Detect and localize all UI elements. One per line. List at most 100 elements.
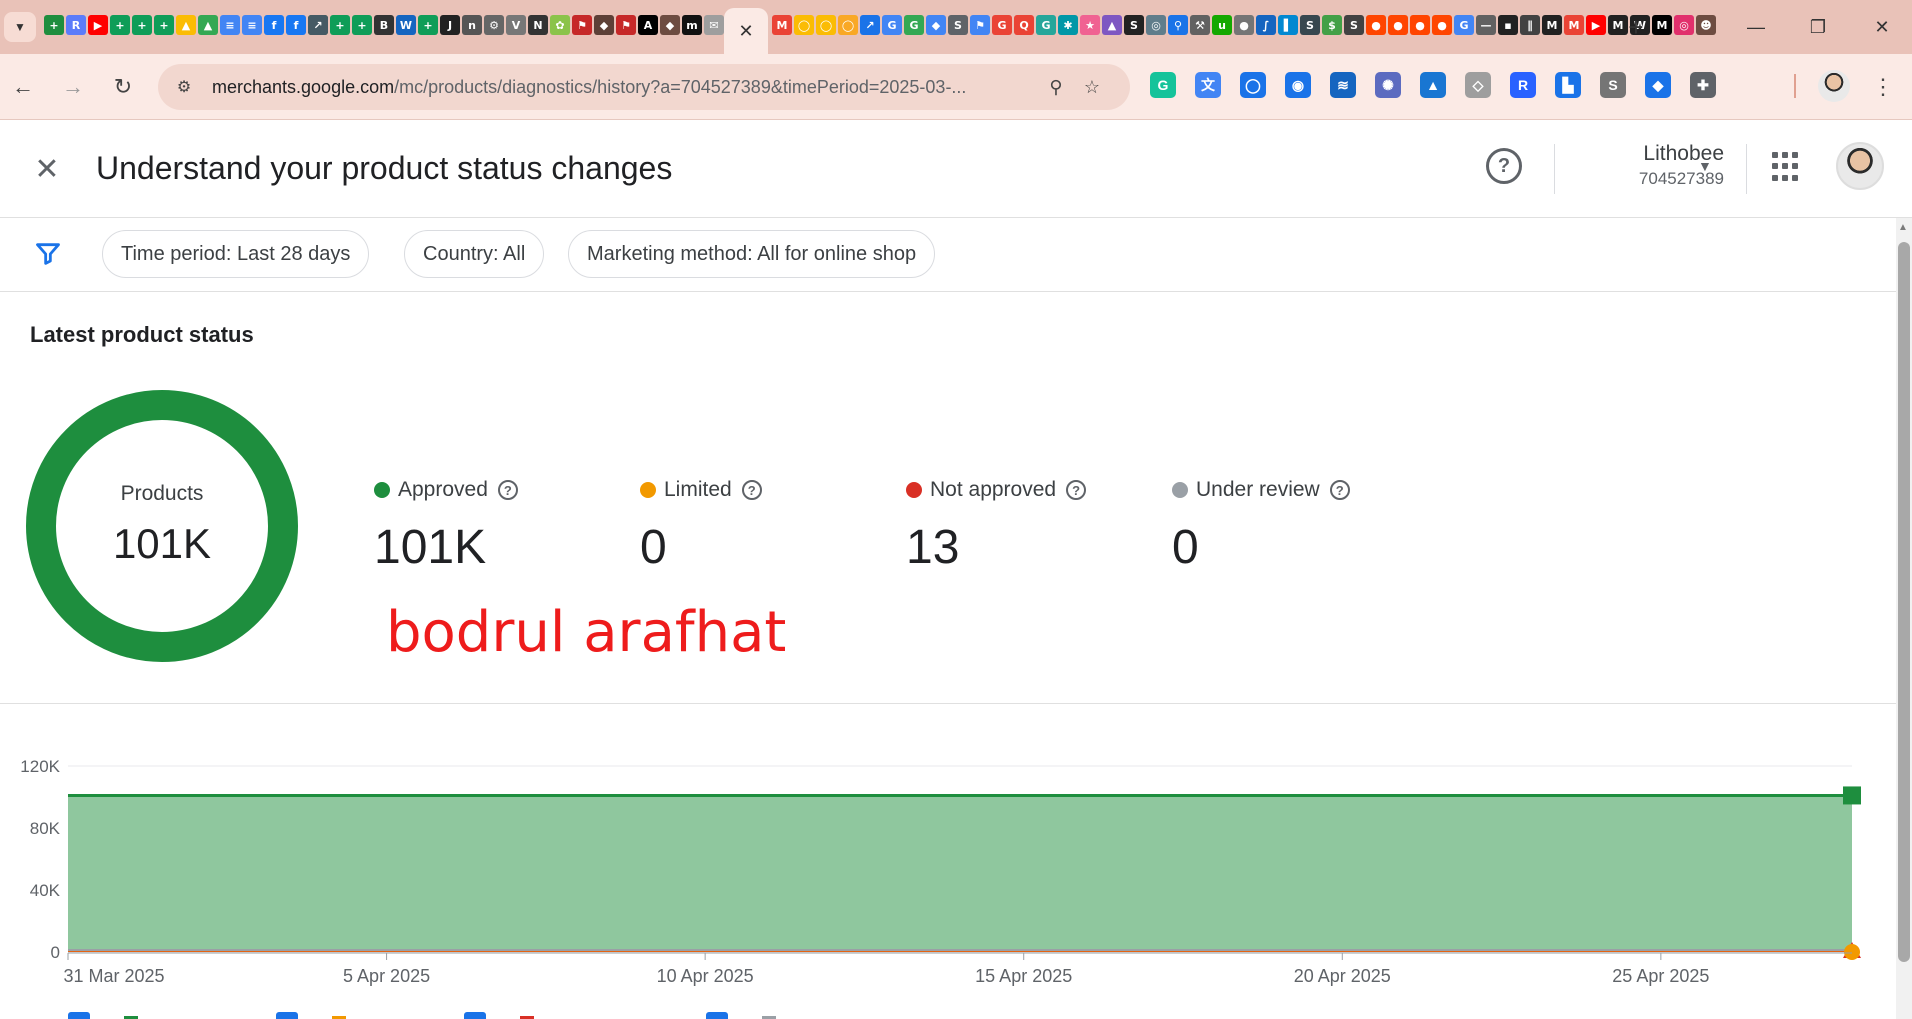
bar-icon[interactable]: ▌	[1278, 15, 1298, 35]
puzzle-icon[interactable]: ✚	[1690, 72, 1716, 98]
na-icon[interactable]: N	[528, 15, 548, 35]
people-icon[interactable]: ☻	[1696, 15, 1716, 35]
drive-icon[interactable]: ▲	[176, 15, 196, 35]
sg-icon[interactable]: S	[1300, 15, 1320, 35]
avatar[interactable]	[1836, 142, 1884, 190]
upwork-icon[interactable]: u	[1212, 15, 1232, 35]
scrollbar-thumb[interactable]	[1898, 242, 1910, 962]
gmail-icon[interactable]: M	[772, 15, 792, 35]
plus-app-icon[interactable]: +	[330, 15, 350, 35]
reload-icon[interactable]: ↻	[106, 70, 140, 104]
gmail-icon[interactable]: M	[1564, 15, 1584, 35]
filter-chip-time-period[interactable]: Time period: Last 28 days	[102, 230, 370, 278]
flag-icon[interactable]: ⚑	[616, 15, 636, 35]
google-icon[interactable]: G	[882, 15, 902, 35]
youtube-icon[interactable]: ▶	[1586, 15, 1606, 35]
mail-icon[interactable]: ✉	[704, 15, 724, 35]
r-ext-icon[interactable]: R	[1510, 72, 1536, 98]
apps-grid-icon[interactable]	[1772, 152, 1802, 182]
circle-ext-icon[interactable]: ◯	[1240, 72, 1266, 98]
google-icon[interactable]: G	[904, 15, 924, 35]
m-icon[interactable]: M	[1652, 15, 1672, 35]
jm-icon[interactable]: J	[440, 15, 460, 35]
ads-icon[interactable]: ◆	[926, 15, 946, 35]
snowflake-ext-icon[interactable]: ✺	[1375, 72, 1401, 98]
url-text[interactable]: merchants.google.com/mc/products/diagnos…	[212, 77, 1038, 98]
drive-icon[interactable]: ▲	[198, 15, 218, 35]
facebook-icon[interactable]: f	[286, 15, 306, 35]
search-icon[interactable]: ⚲	[1168, 15, 1188, 35]
search-console-icon[interactable]: S	[948, 15, 968, 35]
shield-app-icon[interactable]: ◆	[660, 15, 680, 35]
grammarly-icon[interactable]: G	[1150, 72, 1176, 98]
profile-avatar-icon[interactable]	[1818, 70, 1850, 102]
s-icon[interactable]: S	[1344, 15, 1364, 35]
reddit-icon[interactable]: ●	[1410, 15, 1430, 35]
plus-app-icon[interactable]: +	[132, 15, 152, 35]
close-icon[interactable]: ✕	[28, 150, 66, 188]
mm-icon[interactable]: M	[1542, 15, 1562, 35]
reddit-icon[interactable]: ●	[1388, 15, 1408, 35]
gear-app-icon[interactable]: ✱	[1058, 15, 1078, 35]
zoom-icon[interactable]: ⚲	[1038, 69, 1074, 105]
facebook-icon[interactable]: f	[264, 15, 284, 35]
record-icon[interactable]: ●	[1234, 15, 1254, 35]
help-icon[interactable]: ?	[1066, 480, 1087, 500]
docs-icon[interactable]: ≡	[242, 15, 262, 35]
news-icon[interactable]: n	[462, 15, 482, 35]
tag-ext-icon[interactable]: ◇	[1465, 72, 1491, 98]
filter-chip-country[interactable]: Country: All	[404, 230, 545, 278]
help-icon[interactable]: ?	[741, 480, 762, 500]
tab-close-icon[interactable]: ✕	[738, 21, 753, 42]
globe-icon[interactable]: ◎	[1146, 15, 1166, 35]
flag-icon[interactable]: ⚑	[970, 15, 990, 35]
tool-icon[interactable]: ⚒	[1190, 15, 1210, 35]
forward-arrow-icon[interactable]: →	[56, 70, 90, 104]
address-bar[interactable]: ⚙ merchants.google.com/mc/products/diagn…	[158, 64, 1130, 110]
wave-icon[interactable]: ∫	[1256, 15, 1276, 35]
w-icon[interactable]: W	[396, 15, 416, 35]
m-icon[interactable]: m	[682, 15, 702, 35]
circle-app-icon[interactable]: ◯	[794, 15, 814, 35]
flag-icon[interactable]: ⚑	[572, 15, 592, 35]
s-icon[interactable]: S	[1124, 15, 1144, 35]
back-arrow-icon[interactable]: ←	[6, 70, 40, 104]
chart-app-icon[interactable]: ↗	[308, 15, 328, 35]
help-icon[interactable]: ?	[1486, 148, 1522, 184]
instagram-icon[interactable]: ◎	[1674, 15, 1694, 35]
b-icon[interactable]: B	[374, 15, 394, 35]
dollar-icon[interactable]: $	[1322, 15, 1342, 35]
restore-button[interactable]: ❐	[1796, 10, 1840, 44]
tally-icon[interactable]: ∥	[1520, 15, 1540, 35]
layers-ext-icon[interactable]: ≋	[1330, 72, 1356, 98]
new-tab-button[interactable]: +	[1620, 12, 1652, 42]
circle-app-icon[interactable]: ◯	[838, 15, 858, 35]
bookmark-star-icon[interactable]: ☆	[1074, 69, 1110, 105]
active-tab[interactable]: ✕	[724, 8, 768, 54]
tab-search-chevron-icon[interactable]: ▼	[4, 12, 36, 42]
analytics-icon[interactable]: ↗	[860, 15, 880, 35]
search-icon[interactable]: Q	[1014, 15, 1034, 35]
browser-menu-icon[interactable]: ⋮	[1866, 70, 1900, 104]
star-app-icon[interactable]: ★	[1080, 15, 1100, 35]
plus-app-icon[interactable]: +	[154, 15, 174, 35]
blocks-ext-icon[interactable]: ▙	[1555, 72, 1581, 98]
translate-icon[interactable]: 文	[1195, 72, 1221, 98]
a-icon[interactable]: A	[638, 15, 658, 35]
gif-icon[interactable]: G	[1036, 15, 1056, 35]
plus-app-icon[interactable]: +	[352, 15, 372, 35]
window-close-button[interactable]: ✕	[1860, 10, 1904, 44]
help-icon[interactable]: ?	[1329, 480, 1350, 500]
gear-app-icon[interactable]: ⚙	[484, 15, 504, 35]
boomerang-icon[interactable]: ▲	[1102, 15, 1122, 35]
docs-icon[interactable]: ≡	[220, 15, 240, 35]
shield-app-icon[interactable]: ◆	[594, 15, 614, 35]
circle-app-icon[interactable]: ◯	[816, 15, 836, 35]
green-app-icon[interactable]: +	[44, 15, 64, 35]
filter-icon[interactable]	[34, 240, 62, 268]
line-icon[interactable]: —	[1476, 15, 1496, 35]
tag-ext-icon[interactable]: ◆	[1645, 72, 1671, 98]
minimize-button[interactable]: —	[1734, 10, 1778, 44]
site-info-icon[interactable]: ⚙	[164, 67, 204, 107]
news-icon[interactable]: V	[506, 15, 526, 35]
